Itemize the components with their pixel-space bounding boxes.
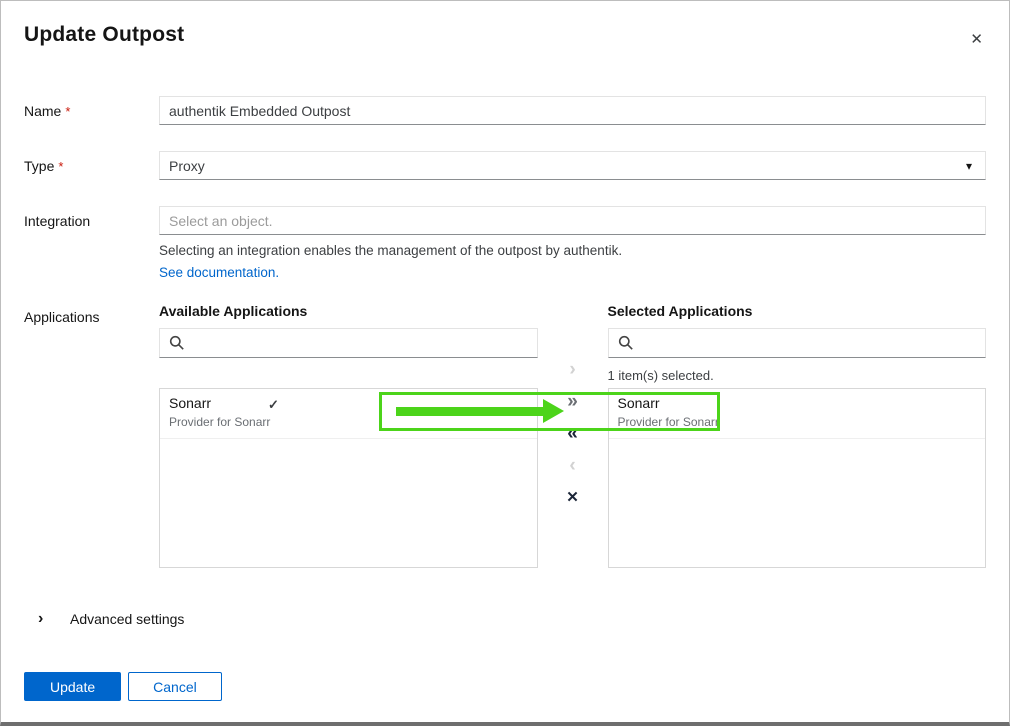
update-button[interactable]: Update bbox=[24, 672, 121, 701]
application-name: Sonarr bbox=[618, 395, 977, 412]
chevron-down-icon: ▾ bbox=[966, 159, 972, 173]
name-row: Name* bbox=[24, 96, 986, 125]
remove-all-button[interactable]: « bbox=[567, 424, 578, 444]
list-item[interactable]: Sonarr Provider for Sonarr ✓ bbox=[160, 389, 537, 439]
available-pane-title: Available Applications bbox=[159, 302, 538, 320]
type-row: Type* Proxy ▾ bbox=[24, 151, 986, 180]
dialog-title: Update Outpost bbox=[24, 23, 184, 47]
integration-helper-text: Selecting an integration enables the man… bbox=[159, 243, 986, 258]
advanced-settings-toggle[interactable]: › Advanced settings bbox=[1, 610, 1009, 628]
dual-list-selector: Available Applications bbox=[159, 302, 986, 568]
available-search-input[interactable] bbox=[159, 328, 538, 358]
integration-label: Integration bbox=[24, 206, 159, 282]
application-description: Provider for Sonarr bbox=[169, 415, 528, 429]
selected-listbox[interactable]: Sonarr Provider for Sonarr bbox=[608, 388, 987, 568]
type-select[interactable]: Proxy ▾ bbox=[159, 151, 986, 180]
list-item[interactable]: Sonarr Provider for Sonarr bbox=[609, 389, 986, 439]
dual-list-controls: › » « ‹ ✕ bbox=[538, 302, 608, 568]
delete-all-button[interactable]: ✕ bbox=[566, 488, 579, 508]
selected-status: 1 item(s) selected. bbox=[608, 362, 987, 388]
add-all-button[interactable]: » bbox=[567, 392, 578, 412]
cancel-button[interactable]: Cancel bbox=[128, 672, 222, 701]
available-listbox[interactable]: Sonarr Provider for Sonarr ✓ bbox=[159, 388, 538, 568]
documentation-link[interactable]: See documentation. bbox=[159, 265, 279, 280]
available-search bbox=[159, 328, 538, 358]
selected-pane-title: Selected Applications bbox=[608, 302, 987, 320]
applications-label: Applications bbox=[24, 302, 159, 568]
integration-field[interactable] bbox=[159, 206, 986, 235]
update-outpost-dialog: Update Outpost ✕ Name* Type* Proxy ▾ Int… bbox=[0, 0, 1010, 726]
dialog-footer: Update Cancel bbox=[24, 672, 222, 701]
remove-selected-button[interactable]: ‹ bbox=[569, 456, 575, 476]
chevron-right-icon: › bbox=[38, 610, 56, 628]
required-marker: * bbox=[58, 159, 63, 174]
advanced-settings-label: Advanced settings bbox=[70, 610, 184, 628]
dialog-header: Update Outpost ✕ bbox=[1, 1, 1009, 49]
selected-pane: Selected Applications 1 item(s) selected… bbox=[608, 302, 987, 568]
required-marker: * bbox=[65, 104, 70, 119]
check-icon: ✓ bbox=[268, 397, 279, 413]
application-name: Sonarr bbox=[169, 395, 528, 412]
name-field[interactable] bbox=[159, 96, 986, 125]
selected-search bbox=[608, 328, 987, 358]
outpost-form: Name* Type* Proxy ▾ Integration Selectin… bbox=[1, 96, 1009, 568]
applications-row: Applications Available Applications bbox=[24, 302, 986, 568]
close-icon[interactable]: ✕ bbox=[968, 30, 985, 49]
type-label: Type* bbox=[24, 151, 159, 180]
application-description: Provider for Sonarr bbox=[618, 415, 977, 429]
available-status bbox=[159, 362, 538, 388]
selected-search-input[interactable] bbox=[608, 328, 987, 358]
search-icon bbox=[618, 335, 634, 351]
search-icon bbox=[169, 335, 185, 351]
name-label: Name* bbox=[24, 96, 159, 125]
integration-row: Integration Selecting an integration ena… bbox=[24, 206, 986, 282]
type-select-value: Proxy bbox=[169, 158, 205, 174]
add-selected-button[interactable]: › bbox=[569, 360, 575, 380]
available-pane: Available Applications bbox=[159, 302, 538, 568]
